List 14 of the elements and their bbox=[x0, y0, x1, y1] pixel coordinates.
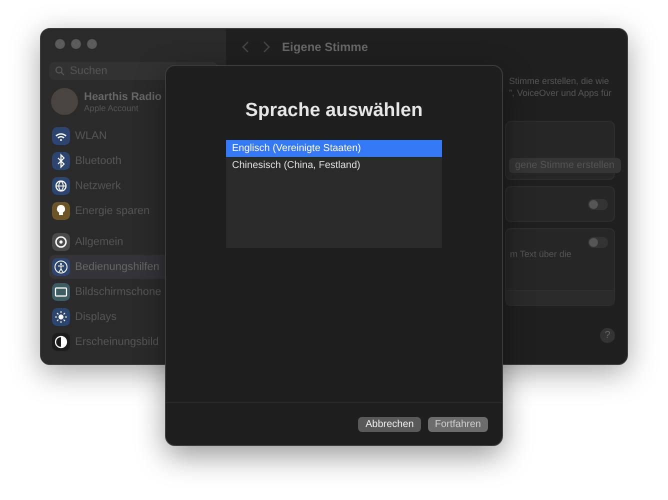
search-icon bbox=[55, 66, 65, 76]
language-item[interactable]: Chinesisch (China, Festland) bbox=[226, 157, 442, 174]
avatar bbox=[51, 88, 78, 115]
window-title: Eigene Stimme bbox=[282, 40, 368, 54]
continue-button[interactable]: Fortfahren bbox=[428, 417, 488, 432]
toggle-switch[interactable] bbox=[588, 198, 608, 210]
sheet-title: Sprache auswählen bbox=[245, 100, 423, 122]
language-item[interactable]: Englisch (Vereinigte Staaten) bbox=[226, 140, 442, 157]
back-icon[interactable] bbox=[242, 41, 250, 53]
help-button[interactable]: ? bbox=[600, 328, 615, 343]
forward-icon[interactable] bbox=[262, 41, 270, 53]
cancel-button[interactable]: Abbrechen bbox=[358, 417, 421, 432]
toggle-switch[interactable] bbox=[588, 237, 608, 248]
account-name: Hearthis Radio bbox=[84, 90, 162, 102]
